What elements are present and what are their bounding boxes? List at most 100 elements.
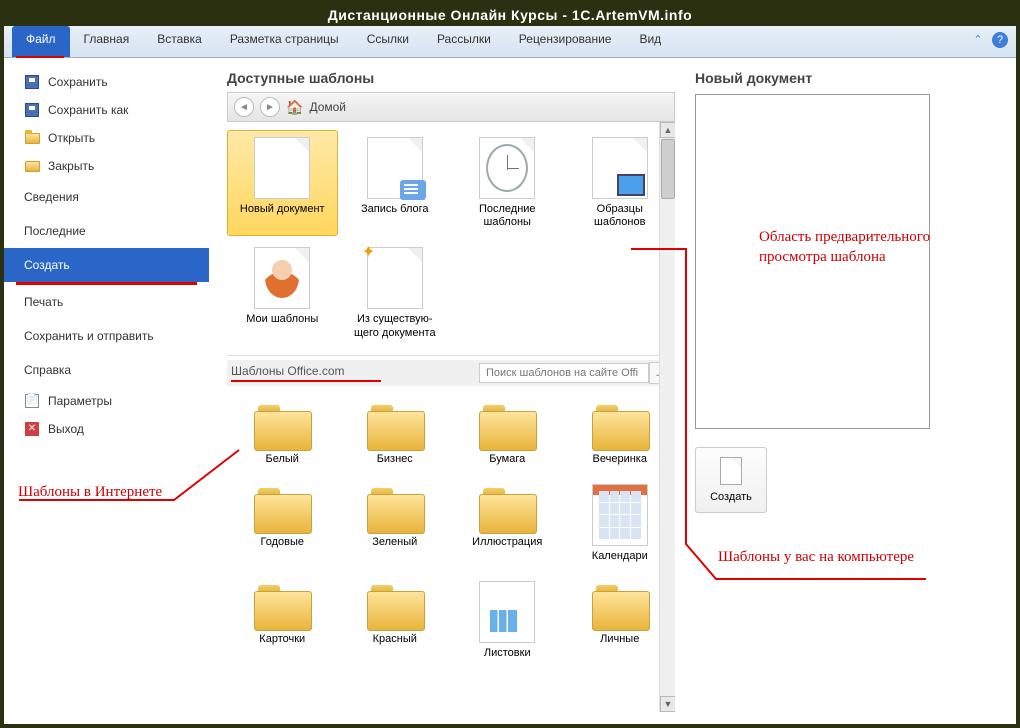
sidebar-item-label: Сохранить [48,75,108,89]
folder-icon [367,581,423,629]
ribbon-tab-review[interactable]: Рецензирование [505,26,626,57]
template-item[interactable]: Новый документ [227,130,338,236]
scrollbar[interactable]: ▲ ▼ [659,122,675,712]
title-bar: Дистанционные Онлайн Курсы - 1C.ArtemVM.… [4,4,1016,26]
breadcrumb-label: Домой [309,100,346,114]
ribbon-tab-home[interactable]: Главная [70,26,144,57]
folder-icon [479,484,535,532]
preview-area [695,94,930,429]
template-folder-item[interactable]: Белый [227,394,338,473]
sidebar-item-label: Последние [24,224,86,238]
office-templates-grid: БелыйБизнесБумагаВечеринкаГодовыеЗеленый… [227,386,675,676]
template-folder-item[interactable]: Листовки [452,574,563,667]
template-label: Последние шаблоны [457,203,557,229]
sidebar-item-share[interactable]: Сохранить и отправить [4,319,209,353]
office-templates-title: Шаблоны Office.com [231,364,381,378]
folder-icon [367,401,423,449]
ribbon-tab-view[interactable]: Вид [625,26,675,57]
template-search-input[interactable] [479,363,649,383]
help-icon[interactable]: ? [992,32,1008,48]
options-icon [24,393,40,409]
template-icon [254,137,310,199]
sidebar-item-save[interactable]: Сохранить [4,68,209,96]
template-folder-item[interactable]: Иллюстрация [452,477,563,570]
nav-back-button[interactable]: ◄ [234,97,254,117]
sidebar-item-help[interactable]: Справка [4,353,209,387]
folder-icon [24,158,40,174]
exit-icon: ✕ [24,421,40,437]
sidebar-item-info[interactable]: Сведения [4,180,209,214]
template-label: Новый документ [240,203,325,216]
preview-title: Новый документ [695,70,1000,86]
template-icon [254,247,310,309]
document-icon [720,457,742,485]
sidebar-item-options[interactable]: Параметры [4,387,209,415]
template-label: Красный [373,633,417,646]
save-icon [24,102,40,118]
ribbon-tab-links[interactable]: Ссылки [353,26,423,57]
template-label: Личные [600,633,639,646]
ribbon-tab-layout[interactable]: Разметка страницы [216,26,353,57]
template-folder-item[interactable]: Бизнес [340,394,451,473]
sidebar-item-label: Справка [24,363,71,377]
backstage-sidebar: Сохранить Сохранить как Открыть Закрыть … [4,58,209,724]
ribbon: Файл Главная Вставка Разметка страницы С… [4,26,1016,58]
annotation-underline [231,380,381,382]
template-icon [479,137,535,199]
template-icon [592,137,648,199]
template-label: Бизнес [377,453,413,466]
template-label: Годовые [260,536,304,549]
folder-icon [367,484,423,532]
sidebar-item-recent[interactable]: Последние [4,214,209,248]
template-icon [592,484,648,546]
minimize-ribbon-icon[interactable]: ⌃ [970,32,986,48]
template-label: Образцы шаблонов [570,203,670,229]
template-item[interactable]: Запись блога [340,130,451,236]
template-label: Мои шаблоны [246,313,318,326]
sidebar-item-close[interactable]: Закрыть [4,152,209,180]
local-templates-grid: Новый документ Запись блогаПоследние шабл… [227,122,675,355]
sidebar-item-saveas[interactable]: Сохранить как [4,96,209,124]
sidebar-item-label: Закрыть [48,159,94,173]
template-folder-item[interactable]: Бумага [452,394,563,473]
scroll-thumb[interactable] [661,139,675,199]
sidebar-item-label: Сохранить и отправить [24,329,154,343]
sidebar-item-new[interactable]: Создать [4,248,209,282]
folder-icon [592,401,648,449]
sidebar-item-label: Создать [24,258,70,272]
template-label: Бумага [489,453,525,466]
scroll-up-button[interactable]: ▲ [660,122,675,138]
template-item[interactable]: Последние шаблоны [452,130,563,236]
template-folder-item[interactable]: Карточки [227,574,338,667]
template-item[interactable]: ✦Из существую-щего документа [340,240,451,346]
folder-open-icon [24,130,40,146]
template-label: Зеленый [372,536,417,549]
folder-icon [479,401,535,449]
ribbon-tab-insert[interactable]: Вставка [143,26,216,57]
sidebar-item-label: Параметры [48,394,112,408]
breadcrumb-bar: ◄ ► 🏠 Домой [227,92,675,122]
sidebar-item-exit[interactable]: ✕Выход [4,415,209,443]
create-button[interactable]: Создать [695,447,767,513]
sidebar-item-print[interactable]: Печать [4,285,209,319]
template-label: Белый [266,453,299,466]
template-icon [479,581,535,643]
template-folder-item[interactable]: Годовые [227,477,338,570]
scroll-down-button[interactable]: ▼ [660,696,675,712]
home-icon[interactable]: 🏠 [286,99,303,116]
template-label: Листовки [484,647,531,660]
sidebar-item-open[interactable]: Открыть [4,124,209,152]
template-folder-item[interactable]: Зеленый [340,477,451,570]
ribbon-tab-mailings[interactable]: Рассылки [423,26,505,57]
ribbon-tab-file[interactable]: Файл [12,26,70,57]
create-button-label: Создать [710,491,752,503]
sidebar-item-label: Печать [24,295,63,309]
save-icon [24,74,40,90]
template-item[interactable]: Мои шаблоны [227,240,338,346]
template-folder-item[interactable]: Красный [340,574,451,667]
folder-icon [592,581,648,629]
nav-forward-button[interactable]: ► [260,97,280,117]
template-label: Иллюстрация [472,536,542,549]
template-label: Календари [592,550,648,563]
folder-icon [254,401,310,449]
